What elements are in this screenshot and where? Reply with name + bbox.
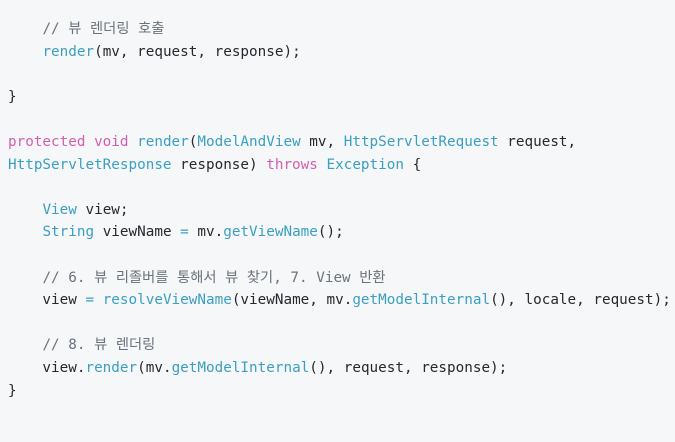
code-token-plain: request, (498, 134, 577, 150)
code-token-func: getModelInternal (171, 360, 310, 376)
code-token-op: = (180, 224, 189, 241)
code-line: String viewName = mv.getViewName(); (8, 221, 344, 243)
code-token-type: View (42, 201, 77, 218)
code-token-keyword: void (94, 134, 129, 150)
code-token-plain: { (403, 156, 422, 173)
code-token-op: = (85, 292, 95, 309)
code-line: } (8, 86, 17, 108)
code-token-type: Exception (326, 156, 404, 173)
code-line: view.render(mv.getModelInternal(), reque… (8, 357, 507, 379)
code-token-plain: mv. (188, 224, 224, 241)
code-token-plain: mv, (300, 134, 344, 150)
code-token-plain: (mv, request, response); (94, 43, 301, 60)
code-token-type: ModelAndView (197, 134, 301, 150)
code-token-type: String (42, 224, 95, 241)
code-token-plain: viewName (94, 224, 181, 241)
code-line: HttpServletResponse response) throws Exc… (8, 154, 421, 176)
code-token-plain: (); (317, 224, 344, 241)
code-token-plain: view. (8, 360, 86, 376)
code-line: // 6. 뷰 리졸버를 통해서 뷰 찾기, 7. View 반환 (8, 267, 386, 289)
code-line: View view; (8, 199, 129, 221)
code-token-func: resolveViewName (102, 292, 232, 309)
code-token-plain: } (8, 382, 17, 399)
code-token-func: render (42, 43, 95, 60)
code-token-plain: (), locale, request); (490, 292, 671, 309)
code-line: render(mv, request, response); (8, 41, 301, 63)
code-token-keyword: throws (266, 156, 318, 173)
code-token-plain: (), request, response); (309, 360, 508, 376)
code-token-plain: (viewName, mv. (231, 292, 353, 309)
code-token-comment: // 8. 뷰 렌더링 (42, 337, 156, 354)
code-token-plain: } (8, 88, 17, 105)
code-token-func: getViewName (223, 224, 318, 241)
code-token-type: HttpServletRequest (343, 134, 499, 150)
code-token-type: HttpServletResponse (8, 156, 172, 173)
code-token-func: render (85, 360, 138, 376)
code-token-keyword: protected (8, 134, 86, 150)
code-token-plain: view; (76, 201, 129, 218)
code-line: view = resolveViewName(viewName, mv.getM… (8, 289, 671, 311)
code-block: // 뷰 렌더링 호출 render(mv, request, response… (0, 0, 675, 442)
code-line: // 8. 뷰 렌더링 (8, 334, 155, 356)
code-token-func: render (137, 134, 189, 150)
code-token-plain: view (8, 292, 86, 309)
code-line: } (8, 380, 17, 402)
code-token-func: getModelInternal (352, 292, 491, 309)
code-line: protected void render(ModelAndView mv, H… (8, 131, 576, 153)
code-token-comment: // 6. 뷰 리졸버를 통해서 뷰 찾기, 7. View 반환 (42, 269, 386, 286)
code-token-plain: (mv. (137, 360, 172, 376)
code-token-comment: // 뷰 렌더링 호출 (42, 21, 165, 37)
code-line: // 뷰 렌더링 호출 (8, 18, 164, 40)
code-token-plain: response) (171, 156, 267, 173)
